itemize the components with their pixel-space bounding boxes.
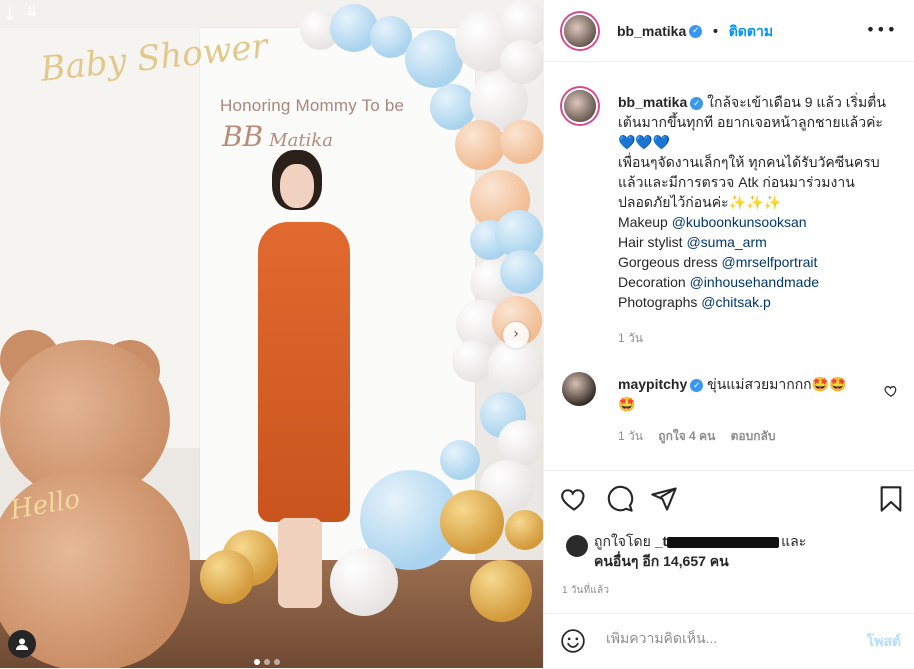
mention-link[interactable]: @mrselfportrait (722, 254, 818, 270)
verified-icon: ✓ (690, 378, 704, 392)
credit-dress: Gorgeous dress @mrselfportrait (618, 254, 818, 270)
mention-link[interactable]: @inhousehandmade (690, 274, 819, 290)
post-header: bb_matika ✓ • ติดตาม ••• (544, 0, 914, 62)
emoji-smile-icon[interactable] (560, 628, 586, 654)
caption-line: แล้วและมีการตรวจ Atk ก่อนมาร่วมงาน (618, 174, 855, 190)
comment-body-line2: 🤩 (618, 396, 636, 412)
balloon (440, 440, 480, 480)
caption-line: 💙💙💙 (618, 134, 671, 150)
commenter-avatar[interactable] (562, 372, 596, 406)
caption-avatar[interactable] (562, 88, 598, 124)
credit-hair: Hair stylist @suma_arm (618, 234, 767, 250)
liker-name[interactable]: _t (655, 533, 667, 549)
likes-summary: ถูกใจโดย _t และ คนอื่นๆ อีก 14,657 คน (560, 531, 900, 571)
balloon (455, 120, 505, 170)
verified-icon: ✓ (689, 25, 703, 38)
separator-dot: • (711, 24, 720, 40)
balloon (470, 560, 532, 622)
post-actions: ถูกใจโดย _t และ คนอื่นๆ อีก 14,657 คน 1 ว… (544, 470, 914, 668)
caption-time[interactable]: 1 วัน (618, 328, 908, 348)
backdrop-name: BB Matika (222, 120, 333, 153)
redacted-name (667, 536, 780, 548)
double-arrow-down-icon[interactable]: ⇊ (26, 4, 38, 20)
comment-likes[interactable]: ถูกใจ 4 คน (658, 429, 715, 443)
mention-link[interactable]: @kuboonkunsooksan (672, 214, 807, 230)
balloon (505, 510, 543, 550)
add-comment-input[interactable] (606, 630, 836, 646)
share-paper-plane-icon[interactable] (650, 485, 678, 513)
post-side-panel: bb_matika ✓ • ติดตาม ••• bb_matika ✓ ใกล้จ… (543, 0, 914, 668)
commenter-username[interactable]: maypitchy (618, 376, 687, 392)
caption-line: ใกล้จะเข้าเดือน 9 แล้ว เริ่มตื่น (707, 94, 886, 110)
likes-others-link[interactable]: คนอื่นๆ อีก 14,657 คน (594, 553, 729, 569)
balloon (440, 490, 504, 554)
credit-photographs: Photographs @chitsak.p (618, 294, 771, 310)
caption-line: เต้นมากขึ้นทุกที อยากเจอหน้าลูกชายแล้วค่… (618, 114, 883, 130)
comment-text: maypitchy ✓ ขุ่นแม่สวยมากกก🤩🤩 🤩 1 วัน ถูก… (618, 374, 868, 446)
comment-meta: 1 วัน ถูกใจ 4 คน ตอบกลับ (618, 426, 868, 446)
save-bookmark-icon[interactable] (877, 485, 905, 513)
balloon (500, 250, 543, 294)
author-line: bb_matika ✓ • ติดตาม (617, 21, 773, 43)
comment-reply-button[interactable]: ตอบกลับ (731, 429, 776, 443)
likes-prefix: ถูกใจโดย (594, 533, 651, 549)
caption-line: ปลอดภัยไว้ก่อนค่ะ✨✨✨ (618, 194, 781, 210)
arrow-down-icon[interactable]: ↓ (2, 4, 17, 25)
likes-and: และ (781, 533, 807, 549)
tagged-users-icon[interactable] (8, 630, 36, 658)
credit-makeup: Makeup @kuboonkunsooksan (618, 214, 807, 230)
comment-body: ขุ่นแม่สวยมากกก🤩🤩 (707, 376, 847, 392)
liker-avatar[interactable] (566, 535, 588, 557)
carousel-indicator (252, 650, 282, 668)
add-comment-bar: โพสต์ (544, 613, 914, 669)
verified-icon: ✓ (690, 96, 704, 110)
balloon (488, 340, 543, 396)
carousel-dot (264, 659, 270, 665)
more-options-icon[interactable]: ••• (866, 20, 897, 39)
next-slide-button[interactable]: › (503, 322, 529, 348)
author-username[interactable]: bb_matika (617, 23, 686, 39)
teddy-bear: Hello (0, 330, 200, 668)
caption-username[interactable]: bb_matika (618, 94, 687, 110)
author-avatar[interactable] (562, 13, 598, 49)
comment-bubble-icon[interactable] (606, 485, 634, 513)
credit-decoration: Decoration @inhousehandmade (618, 274, 820, 290)
like-heart-icon[interactable] (560, 485, 588, 513)
comment-time[interactable]: 1 วัน (618, 429, 643, 443)
woman-figure (240, 150, 360, 620)
caption-line: เพื่อนๆจัดงานเล็กๆให้ ทุกคนได้รับวัคซีนค… (618, 154, 880, 170)
post-photo[interactable]: Baby Shower Honoring Mommy To be BB Matik… (0, 0, 543, 668)
balloon (500, 40, 543, 84)
caption-text: bb_matika ✓ ใกล้จะเข้าเดือน 9 แล้ว เริ่มต… (618, 92, 908, 348)
post-comment-button[interactable]: โพสต์ (867, 631, 901, 653)
follow-button[interactable]: ติดตาม (729, 23, 773, 39)
carousel-dot (274, 659, 280, 665)
mention-link[interactable]: @suma_arm (686, 234, 766, 250)
balloon (500, 120, 543, 164)
likes-line: ถูกใจโดย _t และ คนอื่นๆ อีก 14,657 คน (594, 531, 900, 571)
mention-link[interactable]: @chitsak.p (701, 294, 770, 310)
carousel-dot-active (254, 659, 260, 665)
like-comment-heart-icon[interactable] (884, 384, 898, 398)
post-timestamp[interactable]: 1 วันที่แล้ว (562, 583, 609, 598)
instagram-post-modal: Baby Shower Honoring Mommy To be BB Matik… (0, 0, 914, 668)
backdrop-title: Honoring Mommy To be (220, 96, 405, 115)
